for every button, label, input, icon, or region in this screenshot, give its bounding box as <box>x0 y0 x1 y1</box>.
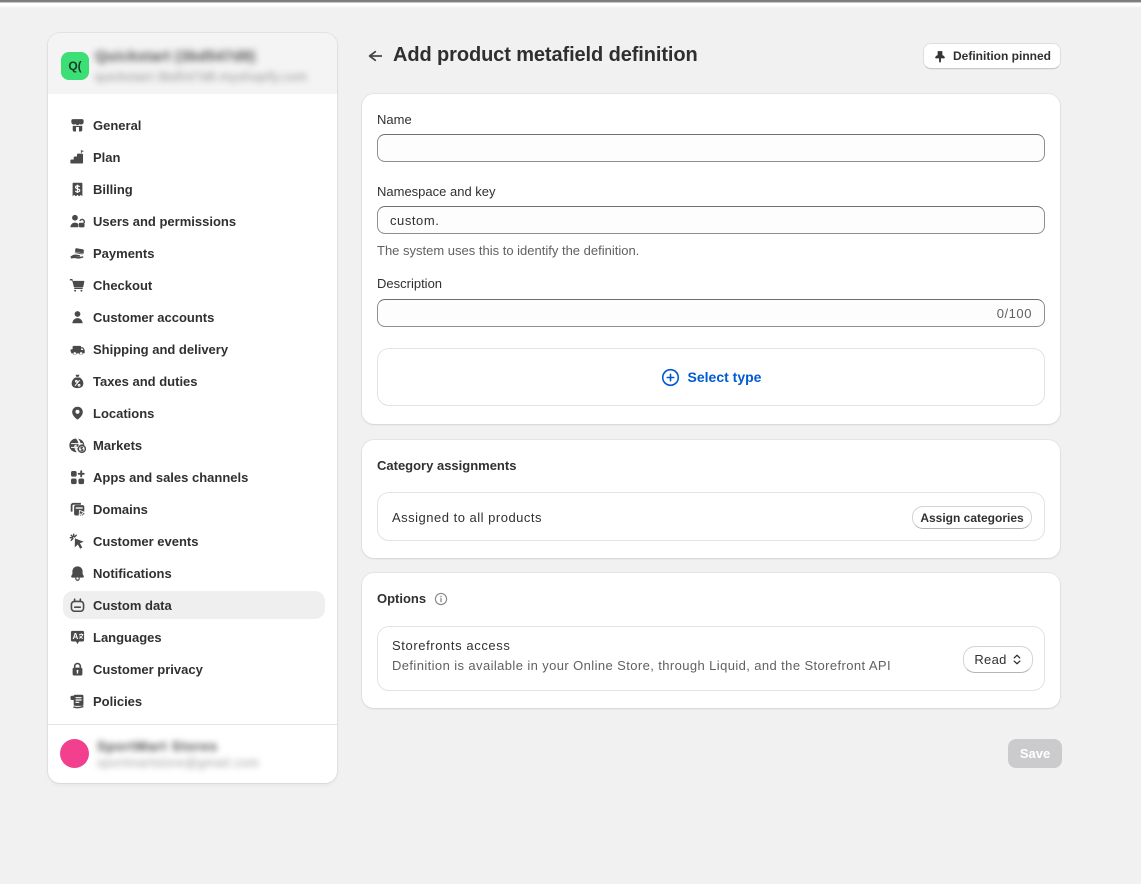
svg-text:A: A <box>73 631 79 640</box>
